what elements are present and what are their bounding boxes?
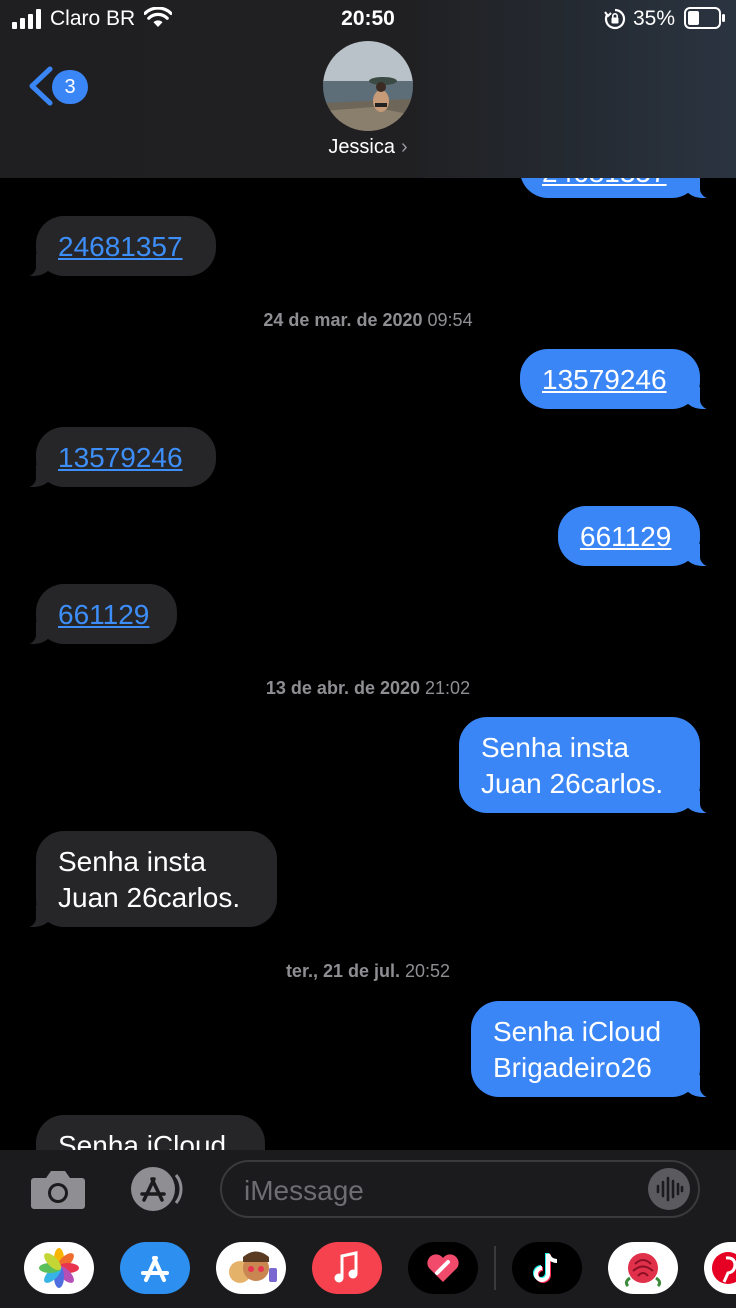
tiktok-app-icon[interactable]: [512, 1242, 582, 1294]
message-incoming[interactable]: Senha insta Juan 26carlos.: [18, 831, 277, 928]
message-outgoing[interactable]: 661129: [558, 506, 718, 567]
camera-icon[interactable]: [30, 1168, 86, 1210]
app-drawer: [0, 1228, 736, 1308]
navigation-header: Claro BR 20:50 35% 3 Jessica ›: [0, 0, 736, 178]
message-input-placeholder: iMessage: [244, 1175, 364, 1206]
timestamp: 24 de mar. de 2020 09:54: [263, 310, 473, 330]
compose-bar: iMessage: [0, 1150, 736, 1228]
memoji-app-icon[interactable]: [216, 1242, 286, 1294]
waveform-icon: [656, 1176, 684, 1202]
message-incoming[interactable]: Senha iCloud: [36, 1115, 265, 1150]
message-outgoing[interactable]: Senha iCloud Brigadeiro26: [471, 1001, 718, 1098]
drawer-divider: [494, 1246, 496, 1290]
music-app-icon[interactable]: [312, 1242, 382, 1294]
battery-percentage: 35%: [633, 7, 676, 30]
timestamp: ter., 21 de jul. 20:52: [285, 961, 451, 981]
avatar[interactable]: [323, 41, 413, 131]
app-store-icon[interactable]: [124, 1165, 186, 1213]
chevron-right-icon: ›: [401, 136, 408, 158]
message-outgoing[interactable]: 13579246: [520, 349, 718, 410]
contact-name: Jessica: [328, 136, 396, 158]
contact-name-button[interactable]: Jessica ›: [0, 136, 736, 159]
timestamp: 13 de abr. de 2020 21:02: [265, 678, 471, 698]
unread-count-badge[interactable]: 3: [52, 70, 88, 104]
audio-message-button[interactable]: [648, 1168, 690, 1210]
digital-touch-app-icon[interactable]: [408, 1242, 478, 1294]
message-incoming[interactable]: 13579246: [18, 427, 216, 488]
battery-icon: [684, 7, 725, 29]
photos-app-icon[interactable]: [24, 1242, 94, 1294]
pinterest-app-icon[interactable]: [704, 1242, 736, 1294]
app-store-app-icon[interactable]: [120, 1242, 190, 1294]
orientation-lock-icon: [604, 8, 626, 30]
message-outgoing[interactable]: Senha insta Juan 26carlos.: [459, 717, 718, 814]
message-incoming[interactable]: 24681357: [18, 216, 216, 277]
message-incoming[interactable]: 661129: [18, 584, 177, 645]
message-input[interactable]: iMessage: [220, 1160, 700, 1218]
sticker-app-icon[interactable]: [608, 1242, 678, 1294]
